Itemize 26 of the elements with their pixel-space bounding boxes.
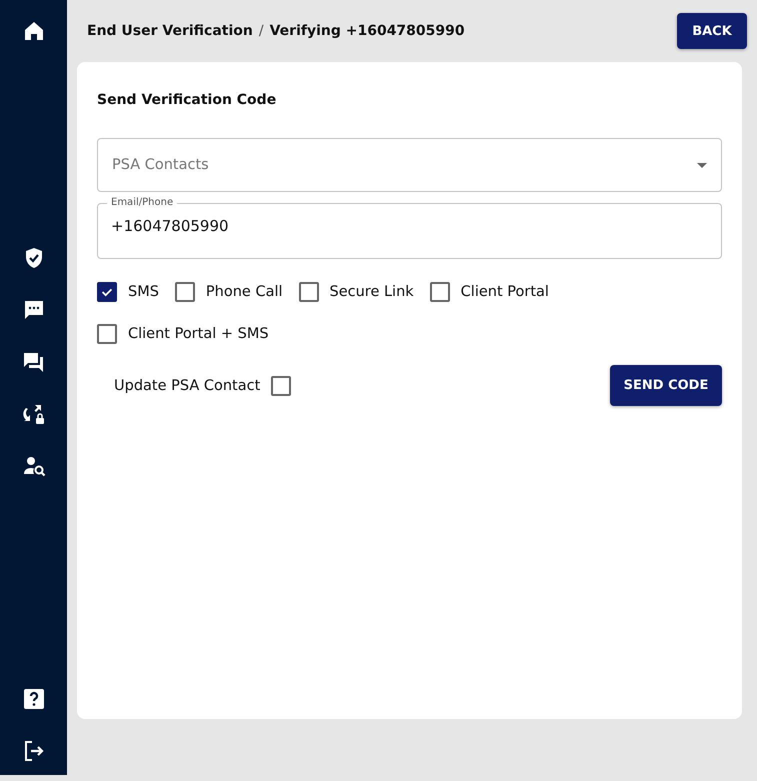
contact-dropdown[interactable]: PSA Contacts	[97, 138, 722, 192]
send-code-button[interactable]: SEND CODE	[610, 365, 722, 406]
checkbox-label: Client Portal + SMS	[128, 326, 269, 342]
checkbox[interactable]	[174, 282, 195, 302]
section-title: Send Verification Code	[97, 92, 278, 108]
checkbox-label: Secure Link	[330, 284, 414, 300]
breadcrumb-separator: /	[258, 23, 264, 39]
person-search-icon[interactable]	[22, 454, 46, 478]
checkbox[interactable]	[430, 282, 450, 302]
checkbox-label: Client Portal	[460, 284, 549, 300]
breadcrumb-link[interactable]: End User Verification	[87, 23, 253, 39]
help-icon[interactable]	[22, 687, 46, 711]
back-button[interactable]: BACK	[677, 13, 747, 49]
checkbox-label: SMS	[128, 284, 159, 300]
chat-bubbles-icon[interactable]	[22, 350, 46, 374]
email-phone-field[interactable]: Email/Phone +16047805990	[97, 197, 722, 259]
checkbox-label: Update PSA Contact	[114, 378, 260, 394]
field-label: Email/Phone	[110, 197, 174, 209]
checkbox[interactable]	[271, 376, 292, 396]
checkbox[interactable]	[298, 282, 319, 302]
checkbox[interactable]	[97, 324, 117, 344]
sync-lock-icon[interactable]	[22, 402, 46, 426]
checkbox[interactable]	[97, 282, 117, 302]
breadcrumb-current: Verifying +16047805990	[270, 23, 465, 39]
checkbox-label: Phone Call	[206, 284, 283, 300]
dropdown-arrow-icon	[697, 162, 707, 168]
